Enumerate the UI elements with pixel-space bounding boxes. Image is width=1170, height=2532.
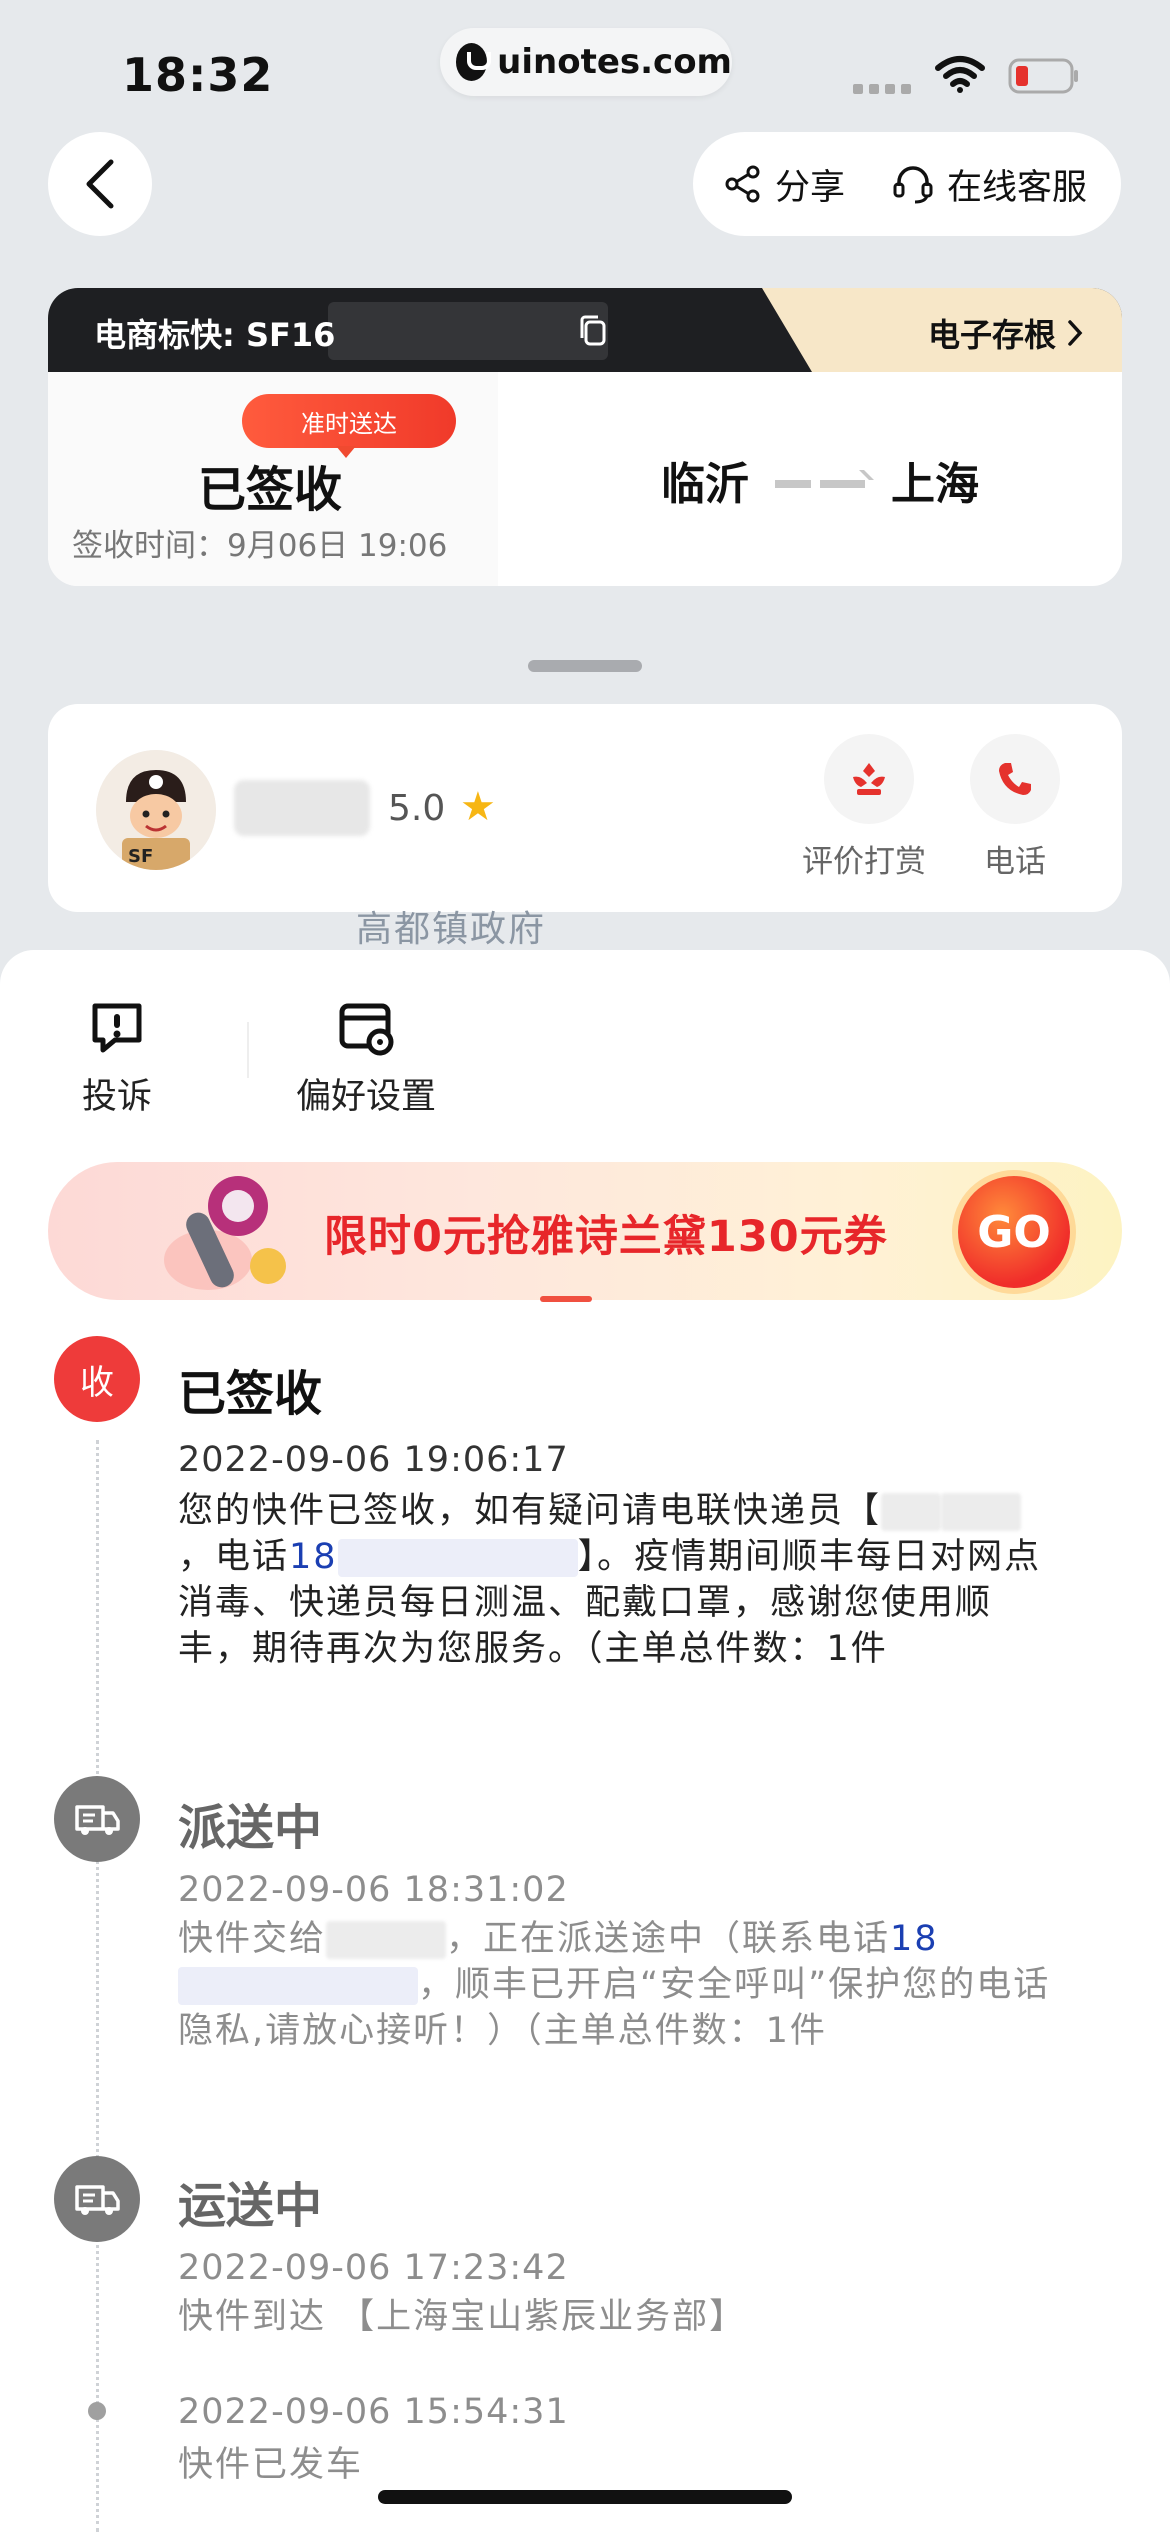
event-time: 2022-09-06 18:31:02 xyxy=(178,1870,569,1910)
event-time: 2022-09-06 17:23:42 xyxy=(178,2248,569,2288)
complaint-label: 投诉 xyxy=(82,1077,153,1117)
url-pill[interactable]: uinotes.com xyxy=(440,28,732,96)
site-logo-icon xyxy=(456,43,492,81)
headset-icon xyxy=(893,166,933,204)
destination-city: 上海 xyxy=(891,459,979,510)
phone-link[interactable]: 18 xyxy=(289,1537,338,1577)
event-title: 已签收 xyxy=(178,1366,323,1422)
hair-dryer-image xyxy=(164,1176,286,1290)
redacted-phone xyxy=(337,1539,578,1577)
promo-text: 限时0元抢雅诗兰黛130元券 xyxy=(324,1212,888,1262)
redacted-name xyxy=(941,1493,1022,1531)
timeline-dot xyxy=(88,2402,106,2420)
share-button[interactable]: 分享 xyxy=(723,159,845,210)
timeline-line xyxy=(96,1440,99,2532)
truck-icon xyxy=(75,2185,120,2215)
reward-button[interactable] xyxy=(824,734,914,824)
signed-time: 签收时间：9月06日 19:06 xyxy=(72,528,448,564)
back-button[interactable] xyxy=(48,132,152,236)
shipment-card: 电商标快: SF16 电子存根 准时送达 已签收 签收时间：9月06日 19:0… xyxy=(48,288,1122,586)
phone-link[interactable]: 18 xyxy=(890,1919,939,1959)
route: 临沂 上海 xyxy=(661,448,979,512)
preferences-label: 偏好设置 xyxy=(296,1077,437,1117)
svg-text:SF: SF xyxy=(128,846,153,867)
tracking-number-redacted xyxy=(328,302,608,360)
drag-handle[interactable] xyxy=(528,660,642,672)
chevron-right-icon xyxy=(1068,320,1083,346)
battery-icon xyxy=(1008,58,1078,94)
truck-icon xyxy=(75,1805,120,1835)
courier-avatar: SF xyxy=(96,750,216,870)
share-label: 分享 xyxy=(775,167,846,208)
event-title: 派送中 xyxy=(178,1800,323,1856)
event-body: 快件已发车 xyxy=(178,2445,364,2485)
phone-icon xyxy=(999,763,1031,795)
origin-city: 临沂 xyxy=(661,459,749,510)
timeline-node-delivering xyxy=(54,1776,140,1862)
tracking-sheet: 投诉 偏好设置 限时0元抢雅诗兰黛130元券 GO 收 已签收 2022-09-… xyxy=(0,950,1170,2532)
url-text: uinotes.com xyxy=(497,42,732,82)
redacted-phone xyxy=(178,1967,418,2005)
electronic-receipt-link[interactable]: 电子存根 xyxy=(928,310,1084,356)
reward-icon xyxy=(853,763,885,795)
courier-card: SF 5.0 ★ 评价打赏 电话 xyxy=(48,704,1122,912)
event-title: 运送中 xyxy=(178,2178,323,2234)
top-actions: 分享 在线客服 xyxy=(693,132,1121,236)
complaint-button[interactable]: 投诉 xyxy=(82,996,152,1119)
event-body: 快件交给 ，正在派送途中（联系电话18，顺丰已开启“安全呼叫”保护您的电话隐私,请… xyxy=(178,1916,1058,2054)
courier-rating: 5.0 xyxy=(388,788,446,829)
delivery-status: 已签收 xyxy=(198,462,343,518)
customer-service-button[interactable]: 在线客服 xyxy=(891,159,1087,210)
timeline-node-in-transit xyxy=(54,2156,140,2242)
banner-indicator xyxy=(540,1296,592,1302)
event-body: 您的快件已签收，如有疑问请电联快递员【，电话18 】。疫情期间顺丰每日对网点消毒、… xyxy=(178,1488,1058,1672)
event-text: ，电话 xyxy=(178,1537,290,1577)
tracking-number: 电商标快: SF16 xyxy=(94,316,336,354)
preferences-button[interactable]: 偏好设置 xyxy=(296,996,436,1119)
on-time-badge: 准时送达 xyxy=(242,394,456,458)
courier-name-redacted xyxy=(234,780,370,836)
event-body: 快件到达 【上海宝山紫辰业务部】 xyxy=(178,2297,747,2337)
receipt-label: 电子存根 xyxy=(927,316,1056,354)
preferences-icon xyxy=(339,1003,394,1056)
event-text: ，正在派送途中（联系电话 xyxy=(446,1919,891,1959)
customer-service-label: 在线客服 xyxy=(947,167,1088,208)
map-place-label: 高都镇政府 xyxy=(356,909,547,950)
share-icon xyxy=(725,165,760,203)
promo-go-button[interactable]: GO xyxy=(958,1176,1070,1288)
route-arrow-icon xyxy=(775,480,865,488)
timeline-node-received: 收 xyxy=(54,1336,140,1422)
redacted-name xyxy=(881,1493,942,1531)
complaint-icon xyxy=(92,1003,142,1053)
event-text: 您的快件已签收，如有疑问请电联快递员【 xyxy=(178,1491,882,1531)
cellular-signal-icon xyxy=(853,84,911,94)
event-text: 快件交给 xyxy=(178,1919,327,1959)
star-icon: ★ xyxy=(460,784,496,830)
status-time: 18:32 xyxy=(122,48,274,102)
redacted-name xyxy=(326,1921,447,1959)
reward-label: 评价打赏 xyxy=(802,844,926,880)
event-time: 2022-09-06 15:54:31 xyxy=(178,2392,569,2432)
home-indicator[interactable] xyxy=(378,2490,792,2504)
tool-divider xyxy=(247,1022,249,1078)
phone-label: 电话 xyxy=(984,844,1046,880)
chevron-left-icon xyxy=(86,159,114,209)
promo-banner[interactable]: 限时0元抢雅诗兰黛130元券 GO xyxy=(48,1162,1122,1300)
event-time: 2022-09-06 19:06:17 xyxy=(178,1440,569,1480)
copy-icon[interactable] xyxy=(578,314,608,348)
wifi-icon xyxy=(935,56,985,93)
call-button[interactable] xyxy=(970,734,1060,824)
